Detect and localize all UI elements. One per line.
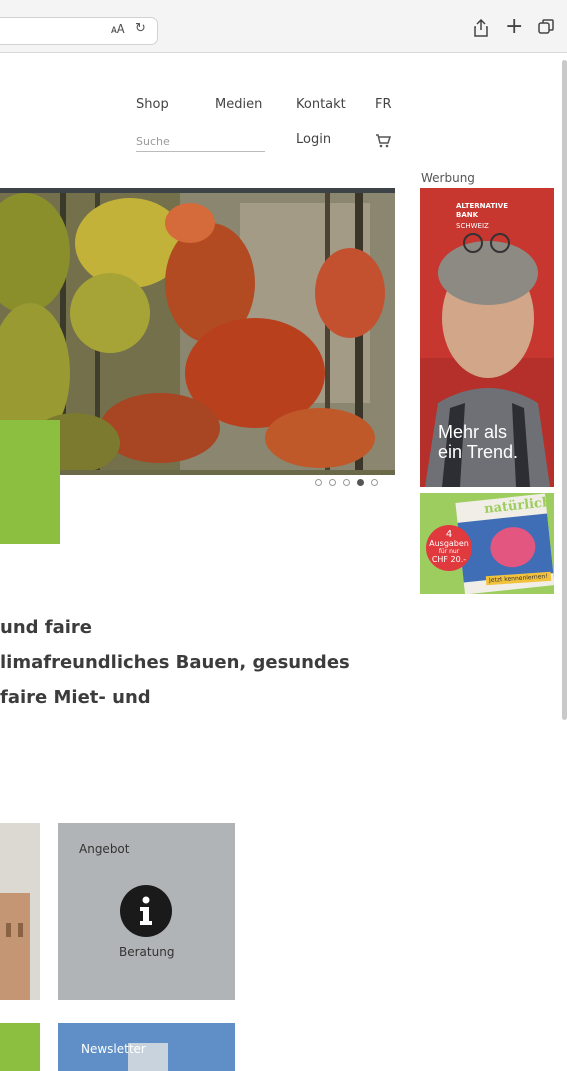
carousel-dot[interactable] — [315, 479, 322, 486]
badge-text: Ausgaben — [429, 539, 469, 548]
info-icon — [120, 885, 172, 937]
nav-kontakt-link[interactable]: Kontakt — [296, 97, 346, 112]
building-image-tile[interactable] — [0, 823, 40, 1000]
green-tile[interactable] — [0, 1023, 40, 1071]
intro-line-2: limafreundliches Bauen, gesundes — [0, 652, 350, 673]
bank-slogan-line1: Mehr als — [438, 422, 508, 442]
tile-heading: Angebot — [79, 842, 130, 856]
login-link[interactable]: Login — [296, 132, 331, 147]
language-switch-link[interactable]: FR — [375, 97, 392, 112]
badge-price: CHF 20.- — [431, 555, 467, 564]
cart-icon[interactable] — [375, 133, 392, 152]
reload-icon[interactable]: ↻ — [135, 21, 146, 36]
tabs-overview-icon[interactable] — [538, 19, 554, 39]
newsletter-label: Newsletter — [81, 1042, 146, 1056]
bank-logo-name: ALTERNATIVE BANK — [456, 202, 508, 219]
carousel-dot[interactable] — [371, 479, 378, 486]
intro-line-1: und faire — [0, 617, 93, 638]
carousel-dot[interactable] — [343, 479, 350, 486]
building-image — [0, 893, 30, 1000]
page-scrollbar[interactable] — [562, 60, 567, 720]
newsletter-tile[interactable]: Newsletter — [58, 1023, 235, 1071]
share-icon[interactable] — [473, 18, 489, 41]
carousel-dots — [315, 479, 395, 487]
beratung-label: Beratung — [119, 945, 175, 959]
hero-accent-block — [0, 420, 60, 544]
ad-label: Werbung — [421, 171, 475, 185]
bank-slogan-line2: ein Trend. — [438, 442, 519, 462]
nav-shop-link[interactable]: Shop — [136, 97, 169, 112]
magazine-advertisement[interactable]: natürlich 4 Ausgaben für nur CHF 20.- Je… — [420, 493, 554, 594]
intro-line-3: faire Miet- und — [0, 687, 151, 708]
search-input[interactable] — [136, 131, 265, 152]
price-badge: 4 Ausgaben für nur CHF 20.- — [426, 525, 472, 571]
carousel-dot[interactable] — [329, 479, 336, 486]
new-tab-icon[interactable]: + — [505, 16, 523, 38]
bank-advertisement[interactable]: ALTERNATIVE BANK SCHWEIZ Mehr als ein Tr… — [420, 188, 554, 487]
browser-toolbar: 🗚 ↻ + — [0, 0, 567, 53]
beratung-tile[interactable]: Angebot Beratung — [58, 823, 235, 1000]
carousel-dot-active[interactable] — [357, 479, 364, 486]
nav-medien-link[interactable]: Medien — [215, 97, 262, 112]
translate-icon[interactable]: 🗚 — [111, 22, 125, 37]
address-bar[interactable]: 🗚 ↻ — [0, 17, 158, 45]
bank-logo-sub: SCHWEIZ — [456, 222, 489, 230]
